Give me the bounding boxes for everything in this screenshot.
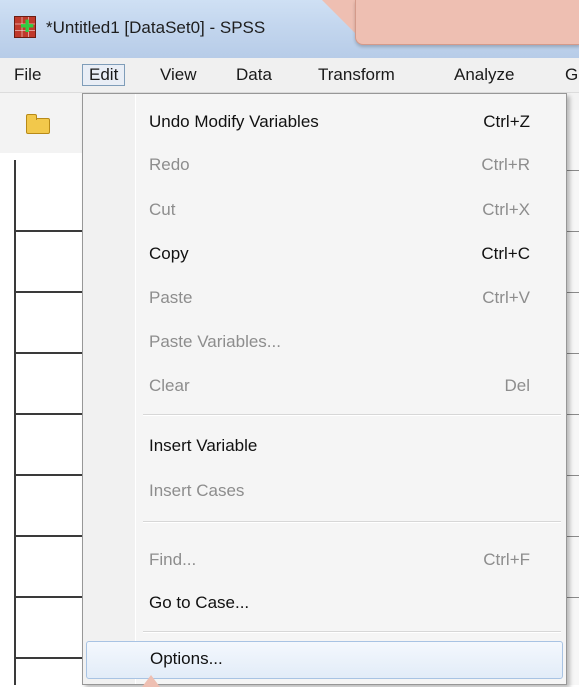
menu-item-clear[interactable]: Clear Del bbox=[83, 368, 566, 406]
menu-item-shortcut: Ctrl+R bbox=[481, 155, 530, 174]
menu-item-options[interactable]: Options... bbox=[86, 641, 563, 679]
data-grid-row-headers bbox=[14, 160, 84, 685]
menu-item-shortcut: Ctrl+X bbox=[482, 200, 530, 219]
grid-line bbox=[16, 291, 84, 293]
callout-pointer bbox=[142, 675, 160, 687]
grid-line bbox=[16, 474, 84, 476]
menu-item-label: Paste bbox=[149, 288, 193, 307]
menu-item-paste-variables[interactable]: Paste Variables... bbox=[83, 324, 566, 362]
menu-item-label: Copy bbox=[149, 244, 189, 263]
data-grid-edge bbox=[566, 110, 579, 685]
menu-item-label: Clear bbox=[149, 376, 190, 395]
menu-separator bbox=[143, 631, 561, 633]
grid-line bbox=[567, 353, 579, 354]
menu-item-shortcut: Ctrl+Z bbox=[483, 112, 530, 131]
menu-item-cut[interactable]: Cut Ctrl+X bbox=[83, 192, 566, 230]
menu-item-label: Cut bbox=[149, 200, 176, 219]
menu-item-shortcut: Ctrl+C bbox=[481, 244, 530, 263]
menu-item-label: Find... bbox=[149, 550, 197, 569]
menu-item-label: Go to Case... bbox=[149, 593, 250, 612]
menu-item-shortcut: Ctrl+V bbox=[482, 288, 530, 307]
open-folder-icon[interactable] bbox=[26, 114, 50, 134]
menu-item-find[interactable]: Find... Ctrl+F bbox=[83, 542, 566, 580]
menu-item-label: Undo Modify Variables bbox=[149, 112, 319, 131]
menu-separator bbox=[143, 414, 561, 416]
menu-item-undo[interactable]: Undo Modify Variables Ctrl+Z bbox=[83, 104, 566, 142]
menu-item-go-to-case[interactable]: Go to Case... bbox=[83, 585, 566, 623]
grid-line bbox=[16, 230, 84, 232]
menu-item-insert-variable[interactable]: Insert Variable bbox=[83, 428, 566, 466]
menu-item-insert-cases[interactable]: Insert Cases bbox=[83, 473, 566, 511]
menu-item-label: Insert Cases bbox=[149, 481, 245, 500]
menu-edit[interactable]: Edit bbox=[82, 64, 126, 86]
menu-file[interactable]: File bbox=[8, 64, 47, 86]
grid-line bbox=[16, 535, 84, 537]
plus-icon: ✚ bbox=[20, 17, 35, 37]
menu-item-label: Paste Variables... bbox=[149, 332, 281, 351]
menu-graphs[interactable]: G bbox=[559, 64, 579, 86]
menu-data[interactable]: Data bbox=[230, 64, 278, 86]
menu-item-redo[interactable]: Redo Ctrl+R bbox=[83, 147, 566, 185]
grid-line bbox=[567, 597, 579, 598]
grid-line bbox=[16, 657, 84, 659]
edit-menu-dropdown: Undo Modify Variables Ctrl+Z Redo Ctrl+R… bbox=[82, 93, 567, 685]
grid-line bbox=[16, 596, 84, 598]
menu-bar: File Edit View Data Transform Analyze G bbox=[0, 58, 579, 93]
menu-item-shortcut: Ctrl+F bbox=[483, 550, 530, 569]
grid-line bbox=[567, 231, 579, 232]
grid-line bbox=[567, 414, 579, 415]
menu-transform[interactable]: Transform bbox=[312, 64, 401, 86]
annotation-callout bbox=[355, 0, 579, 45]
spss-app-icon[interactable]: ✚ bbox=[14, 16, 36, 38]
grid-line bbox=[567, 475, 579, 476]
menu-item-paste[interactable]: Paste Ctrl+V bbox=[83, 280, 566, 318]
menu-item-copy[interactable]: Copy Ctrl+C bbox=[83, 236, 566, 274]
menu-item-label: Redo bbox=[149, 155, 190, 174]
menu-view[interactable]: View bbox=[154, 64, 203, 86]
grid-line bbox=[567, 170, 579, 171]
menu-item-shortcut: Del bbox=[504, 376, 530, 395]
window-title: *Untitled1 [DataSet0] - SPSS bbox=[46, 18, 266, 37]
grid-line bbox=[567, 292, 579, 293]
grid-line bbox=[16, 413, 84, 415]
menu-item-label: Options... bbox=[150, 649, 223, 668]
menu-analyze[interactable]: Analyze bbox=[448, 64, 520, 86]
grid-line bbox=[16, 352, 84, 354]
menu-item-label: Insert Variable bbox=[149, 436, 258, 455]
grid-line bbox=[567, 536, 579, 537]
menu-separator bbox=[143, 521, 561, 523]
